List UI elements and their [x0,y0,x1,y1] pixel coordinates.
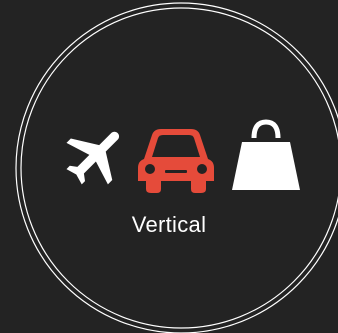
airplane-icon [66,131,120,185]
shopping-bag-icon [232,119,300,190]
vertical-badge: Vertical [0,0,338,333]
car-icon [138,129,214,193]
badge-label: Vertical [131,212,207,237]
